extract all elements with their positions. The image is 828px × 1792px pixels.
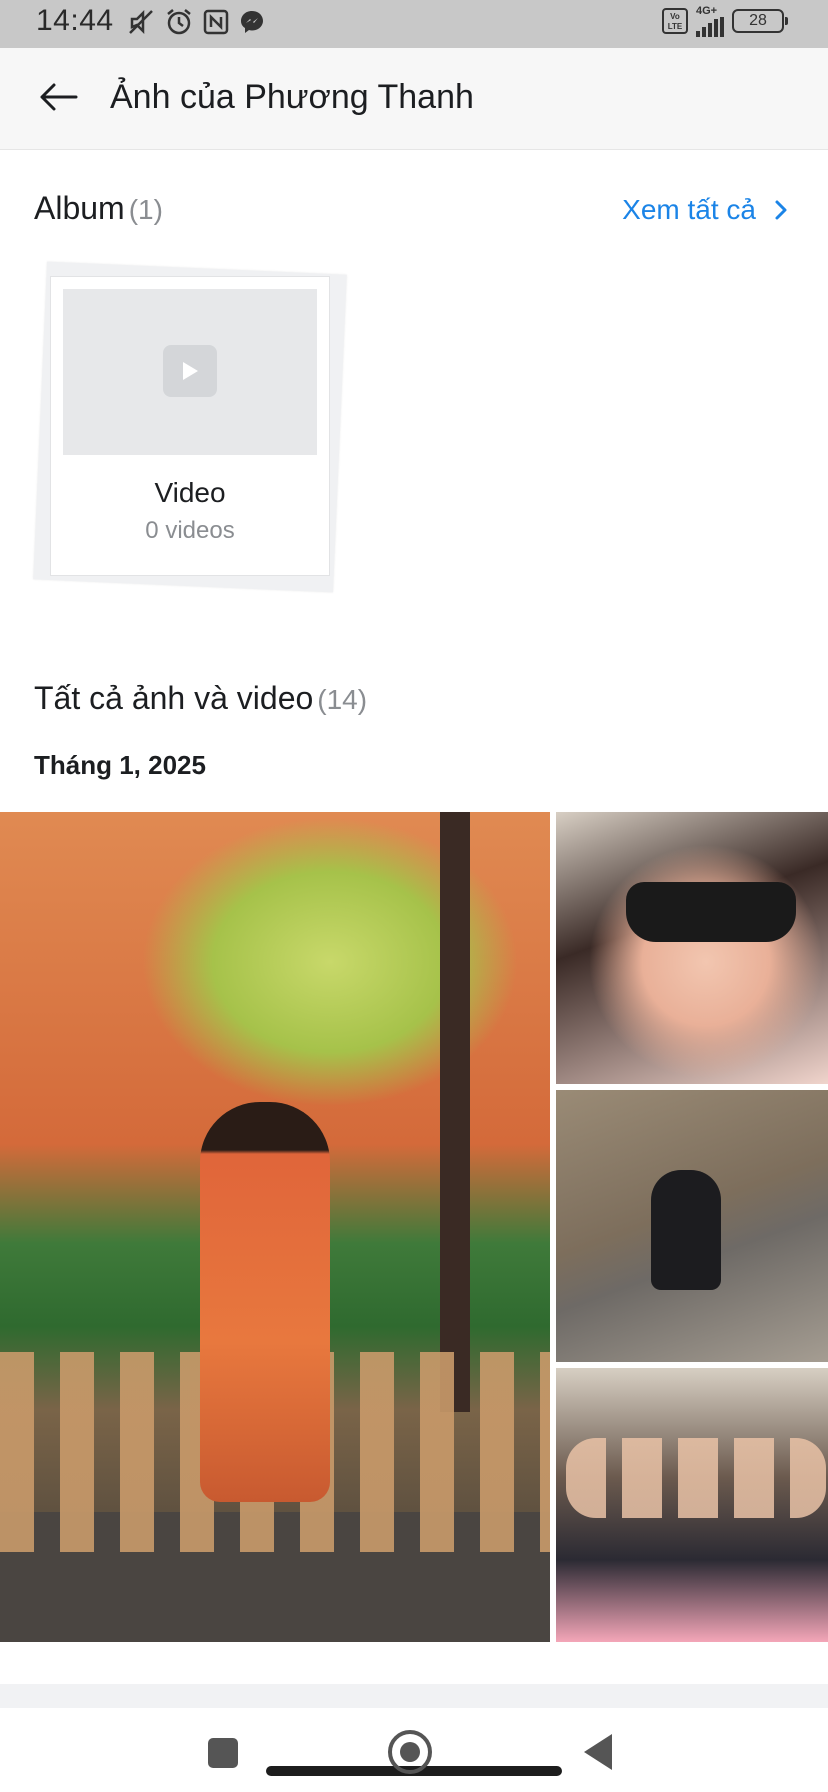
status-left-icons bbox=[126, 2, 266, 42]
nav-back-button[interactable] bbox=[584, 1734, 612, 1770]
chevron-right-icon bbox=[774, 199, 788, 221]
recents-button[interactable] bbox=[208, 1738, 238, 1768]
status-time: 14:44 bbox=[36, 4, 114, 37]
all-photos-title: Tất cả ảnh và video bbox=[34, 680, 314, 716]
all-photos-count: (14) bbox=[317, 684, 368, 715]
play-icon bbox=[163, 345, 217, 397]
home-button[interactable] bbox=[388, 1730, 432, 1774]
volte-icon: Vo LTE bbox=[662, 8, 688, 34]
see-all-albums-link[interactable]: Xem tất cả bbox=[622, 194, 788, 226]
album-item-count: 0 videos bbox=[145, 517, 235, 544]
status-bar: 14:44 Vo LTE 4G+ 28 bbox=[0, 0, 828, 48]
month-label: Tháng 1, 2025 bbox=[34, 750, 206, 780]
album-section-title: Album bbox=[34, 190, 125, 226]
mute-icon bbox=[126, 7, 156, 37]
signal-icon: 4G+ bbox=[696, 4, 724, 37]
album-count: (1) bbox=[128, 194, 163, 225]
album-card[interactable]: Video 0 videos bbox=[50, 276, 330, 576]
back-button[interactable] bbox=[30, 76, 86, 122]
network-type-label: 4G+ bbox=[696, 4, 718, 17]
nfc-icon bbox=[202, 8, 230, 36]
album-thumbnail bbox=[63, 289, 317, 455]
app-header: Ảnh của Phương Thanh bbox=[0, 48, 828, 150]
system-nav-bar bbox=[0, 1708, 828, 1792]
photo-thumbnail[interactable] bbox=[556, 1368, 828, 1642]
arrow-left-icon bbox=[38, 82, 78, 117]
album-name: Video bbox=[154, 477, 226, 508]
photo-thumbnail[interactable] bbox=[556, 812, 828, 1084]
status-right-icons: Vo LTE 4G+ 28 bbox=[662, 4, 788, 38]
section-divider bbox=[0, 1684, 828, 1708]
page-title: Ảnh của Phương Thanh bbox=[110, 78, 474, 116]
see-all-label: Xem tất cả bbox=[622, 194, 756, 225]
photo-thumbnail[interactable] bbox=[556, 1090, 828, 1362]
all-photos-heading: Tất cả ảnh và video (14) bbox=[34, 680, 367, 717]
messenger-icon bbox=[238, 8, 266, 36]
album-video[interactable]: Video 0 videos bbox=[33, 261, 347, 593]
battery-icon: 28 bbox=[732, 9, 788, 33]
album-section-heading: Album (1) bbox=[34, 190, 163, 227]
alarm-icon bbox=[164, 7, 194, 37]
photo-thumbnail-large[interactable] bbox=[0, 812, 550, 1642]
